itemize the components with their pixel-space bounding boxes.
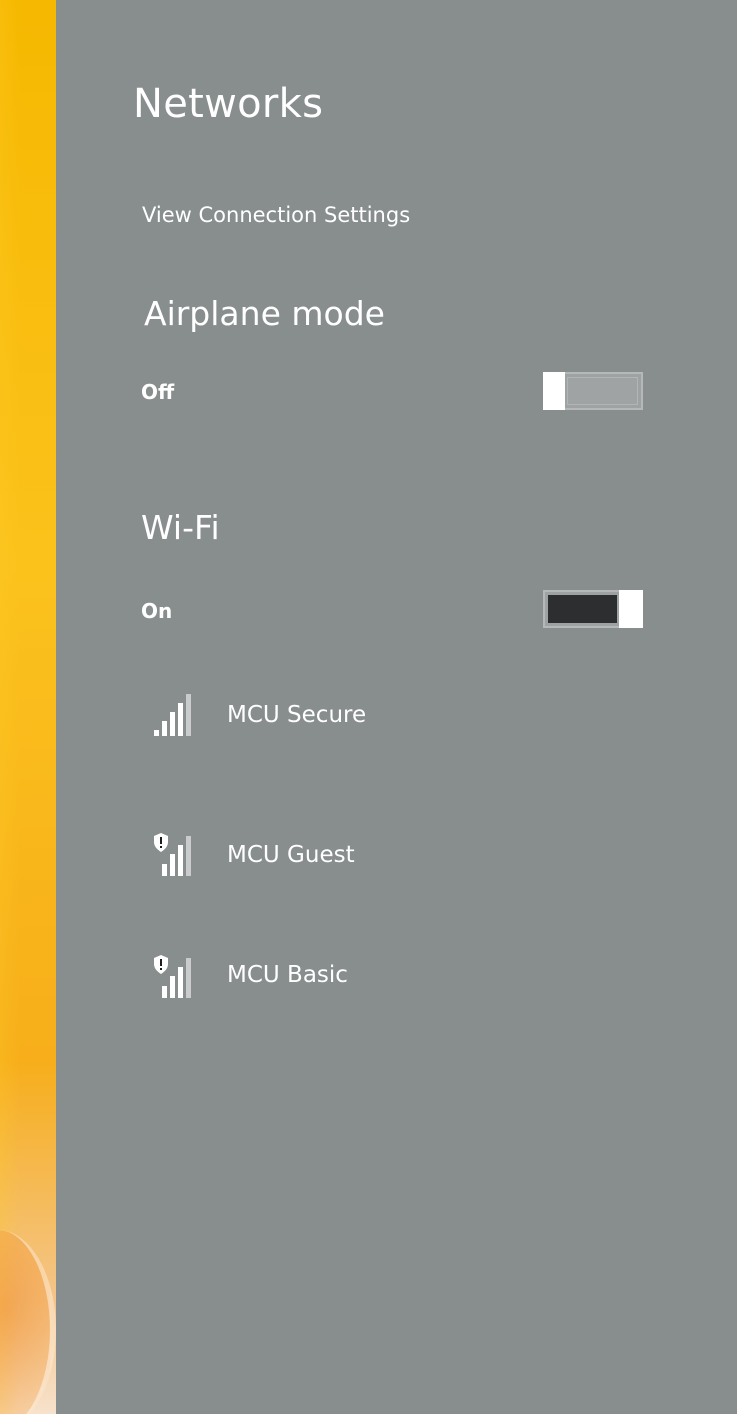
airplane-mode-state-label: Off [141,380,175,404]
wifi-toggle-track [548,595,617,623]
wifi-signal-shield-icon [154,955,191,998]
network-name: MCU Guest [227,842,355,868]
wifi-heading: Wi-Fi [141,508,220,547]
desktop-background[interactable] [0,0,56,1414]
wifi-toggle[interactable] [543,590,643,628]
airplane-mode-toggle-thumb[interactable] [543,372,565,410]
airplane-mode-heading: Airplane mode [144,294,385,333]
page-title: Networks [133,81,324,127]
network-name: MCU Basic [227,962,348,988]
network-name: MCU Secure [227,702,367,728]
wifi-state-label: On [141,599,173,623]
desktop-glow [0,0,20,1414]
desktop-swirl-decoration [0,1230,56,1414]
network-item-mcu-secure[interactable]: MCU Secure [142,692,642,752]
network-item-mcu-guest[interactable]: MCU Guest [142,832,642,892]
wifi-toggle-thumb[interactable] [619,590,643,628]
wifi-signal-icon [154,694,191,736]
network-item-mcu-basic[interactable]: MCU Basic [142,952,642,1012]
view-connection-settings-link[interactable]: View Connection Settings [142,200,410,230]
screen: Networks View Connection Settings Airpla… [0,0,737,1414]
wifi-signal-shield-icon [154,833,191,876]
airplane-mode-toggle-track [567,377,638,405]
networks-pane: Networks View Connection Settings Airpla… [56,0,737,1414]
airplane-mode-toggle[interactable] [543,372,643,410]
